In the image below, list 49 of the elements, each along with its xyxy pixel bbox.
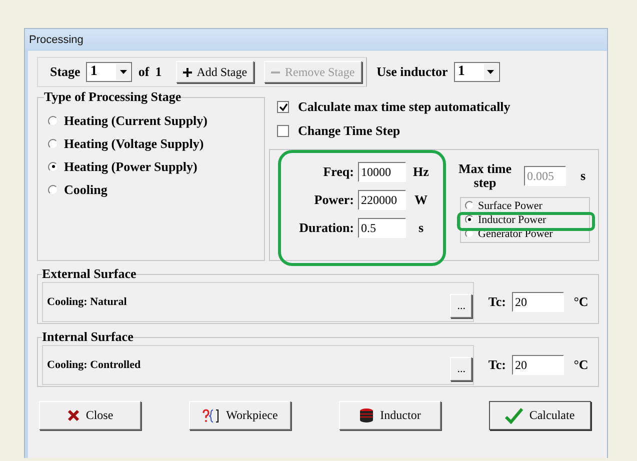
field-label: Duration:	[299, 220, 354, 236]
unit-label: Hz	[412, 164, 430, 180]
group-title: External Surface	[42, 266, 136, 282]
stage-dropdown[interactable]: 1	[86, 62, 132, 82]
stage-type-radio[interactable]: Cooling	[44, 178, 258, 201]
cooling-text: Cooling: Controlled	[47, 359, 141, 371]
inductor-button[interactable]: Inductor	[339, 401, 441, 430]
plus-icon	[182, 68, 192, 76]
stage-type-radio[interactable]: Heating (Voltage Supply)	[44, 132, 258, 155]
field-label: Power:	[314, 192, 354, 208]
power-mode-radio[interactable]: Surface Power	[465, 198, 585, 213]
input-field[interactable]: 20	[512, 355, 564, 375]
cooling-text: Cooling: Natural	[47, 296, 127, 308]
power-mode-radio[interactable]: Inductor Power	[465, 212, 585, 227]
stage-label: Stage	[50, 64, 80, 80]
unit-label: s	[417, 220, 425, 236]
workpiece-button[interactable]: Workpiece	[189, 401, 291, 430]
unit-label: W	[414, 192, 428, 208]
stage-type-radio[interactable]: Heating (Power Supply)	[44, 155, 258, 178]
stage-total: 1	[155, 64, 162, 80]
stage-type-radio[interactable]: Heating (Current Supply)	[44, 109, 258, 132]
calculate-button[interactable]: Calculate	[489, 401, 591, 430]
browse-button[interactable]: ...	[450, 294, 472, 318]
tc-label: Tc:	[488, 357, 506, 373]
input-field[interactable]: 220000	[358, 190, 406, 210]
coil-icon	[359, 408, 374, 423]
option-checkbox[interactable]: Calculate max time step automatically	[269, 95, 599, 119]
input-field[interactable]: 20	[512, 292, 564, 312]
inductor-dropdown[interactable]: 1	[454, 62, 500, 82]
close-icon	[66, 409, 80, 422]
input-field[interactable]: 10000	[358, 162, 406, 182]
question-braces-icon	[202, 408, 220, 422]
close-button[interactable]: Close	[39, 401, 141, 430]
group-title: Internal Surface	[42, 329, 134, 345]
of-label: of	[138, 64, 150, 80]
unit-label: °C	[572, 294, 590, 310]
option-checkbox[interactable]: Change Time Step	[269, 119, 599, 143]
group-title: Type of Processing Stage	[44, 89, 182, 105]
browse-button[interactable]: ...	[450, 357, 472, 381]
use-inductor-label: Use inductor	[376, 64, 448, 80]
add-stage-button[interactable]: Add Stage	[176, 61, 254, 83]
tc-label: Tc:	[488, 294, 506, 310]
unit-label: °C	[572, 357, 590, 373]
window-title: Processing	[29, 34, 84, 46]
checkmark-icon	[505, 408, 524, 424]
max-time-step-label: Max time step	[457, 162, 513, 191]
unit-label: s	[579, 168, 587, 184]
input-field[interactable]: 0.5	[358, 218, 406, 238]
field-label: Freq:	[323, 164, 354, 180]
